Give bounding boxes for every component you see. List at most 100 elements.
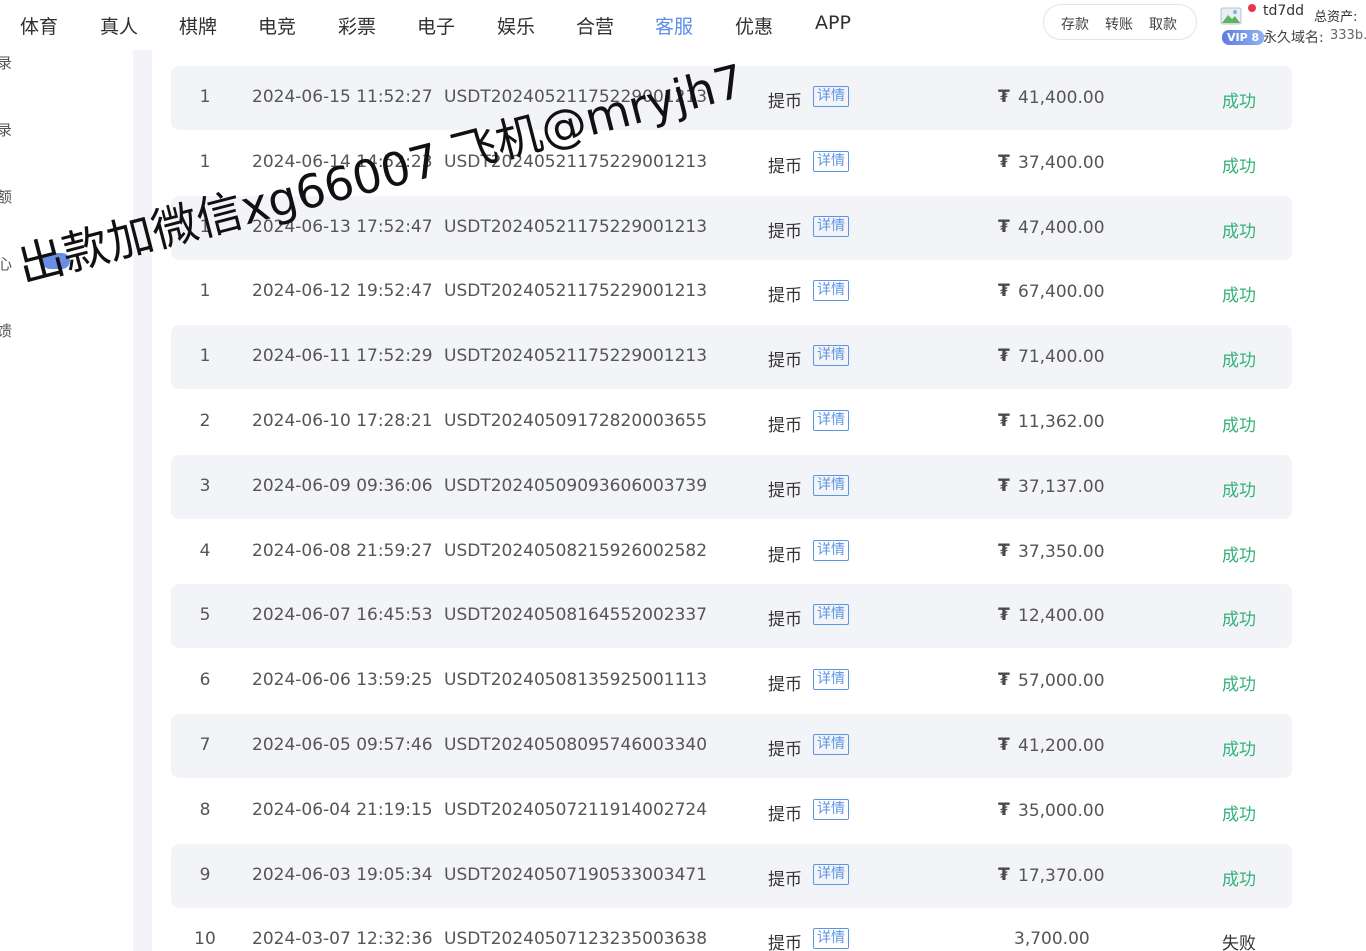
row-amount-value: 17,370.00 [1018,865,1105,886]
table-row: 1 2024-06-12 19:52:47 USDT2024052117522900… [171,260,1292,324]
row-index: 4 [199,540,211,561]
nav-item-esports[interactable]: 电竞 [258,12,296,39]
detail-button[interactable]: 详情 [813,669,849,691]
detail-button[interactable]: 详情 [813,474,849,496]
tether-icon: ₮ [998,411,1010,431]
table-row: 1 2024-06-13 17:52:47 USDT2024052117522900… [171,195,1292,260]
row-index: 10 [194,929,216,950]
detail-button[interactable]: 详情 [813,539,849,561]
row-index: 1 [199,87,211,107]
detail-button[interactable]: 详情 [813,604,849,626]
row-amount-value: 37,350.00 [1018,541,1105,562]
transfer-button[interactable]: 转账 [1105,14,1133,34]
nav-item-cards[interactable]: 棋牌 [179,12,217,39]
sidebar-item-limits[interactable]: 额 [0,186,12,207]
row-amount-value: 3,700.00 [1014,929,1090,950]
row-type: 提币 [768,286,802,307]
sidebar-item-records-1[interactable]: 录 [0,52,12,73]
nav-item-partner[interactable]: 合营 [576,12,614,39]
row-status: 成功 [1222,480,1256,501]
nav-item-slots[interactable]: 电子 [417,12,455,39]
permanent-domain-value: 333b. [1330,28,1366,43]
row-time: 2024-06-03 19:05:34 [252,864,433,885]
row-order-number: USDT20240521175229001213 [444,216,708,237]
row-order-number: USDT20240521175229001213 [444,151,708,172]
row-time: 2024-06-13 17:52:47 [252,216,433,237]
row-amount: ₮ 41,200.00 [998,735,1105,756]
row-index: 9 [199,864,211,885]
row-time: 2024-06-04 21:19:15 [252,799,433,820]
tether-icon: ₮ [998,151,1010,172]
row-type: 提币 [768,416,802,436]
table-row: 3 2024-06-09 09:36:06 USDT2024050909360600… [171,454,1292,519]
withdraw-button[interactable]: 取款 [1149,14,1177,34]
nav-item-promotions[interactable]: 优惠 [735,12,773,39]
sidebar-item-records-2[interactable]: 录 [0,119,12,140]
row-index: 2 [199,411,211,431]
nav-item-sports[interactable]: 体育 [20,12,58,39]
detail-button[interactable]: 详情 [813,215,849,237]
table-row: 9 2024-06-03 19:05:34 USDT2024050719053300… [171,843,1292,908]
row-amount: ₮ 41,400.00 [998,87,1105,108]
row-type: 提币 [768,869,802,890]
total-assets-label: 总资产: [1314,10,1358,25]
table-row: 10 2024-03-07 12:32:36 USDT202405071232350… [171,908,1292,951]
row-type: 提币 [768,221,802,242]
row-status: 成功 [1222,351,1256,372]
sidebar-item-feedback[interactable]: 馈 [0,320,12,341]
tether-icon: ₮ [998,346,1010,367]
tether-icon: ₮ [998,281,1010,302]
row-time: 2024-06-10 17:28:21 [252,411,433,431]
row-time: 2024-06-05 09:57:46 [252,735,433,755]
row-status: 成功 [1222,740,1256,760]
row-amount-value: 41,400.00 [1018,88,1105,108]
row-status: 成功 [1222,416,1256,436]
row-index: 5 [199,605,211,626]
row-order-number: USDT20240521175229001213 [444,281,708,302]
sidebar-item-center[interactable]: 心 [0,253,12,274]
row-amount: ₮ 35,000.00 [998,800,1105,821]
row-type: 提币 [768,804,802,825]
detail-button[interactable]: 详情 [813,928,849,950]
nav-item-live[interactable]: 真人 [100,12,138,39]
detail-button[interactable]: 详情 [813,150,849,172]
row-amount: ₮ 17,370.00 [998,865,1105,886]
nav-item-support[interactable]: 客服 [655,12,693,39]
nav-item-lottery[interactable]: 彩票 [338,12,376,39]
row-amount-value: 71,400.00 [1018,347,1105,368]
row-amount-value: 47,400.00 [1018,217,1105,238]
detail-button[interactable]: 详情 [813,863,849,885]
avatar-image-icon[interactable] [1220,6,1242,26]
table-row: 4 2024-06-08 21:59:27 USDT2024050821592600… [171,520,1292,584]
row-order-number: USDT20240507190533003471 [444,864,708,885]
row-amount: ₮ 37,137.00 [998,476,1105,497]
row-order-number: USDT20240521175229001213 [444,87,708,107]
nav-item-app[interactable]: APP [815,12,851,34]
table-row: 1 2024-06-14 14:52:23 USDT2024052117522900… [171,131,1292,195]
row-type: 提币 [768,480,802,501]
detail-button[interactable]: 详情 [813,280,849,302]
row-status: 成功 [1222,221,1256,242]
detail-button[interactable]: 详情 [813,734,849,755]
row-type: 提币 [768,156,802,177]
deposit-button[interactable]: 存款 [1061,14,1089,34]
row-time: 2024-06-11 17:52:29 [252,346,433,367]
row-amount-value: 11,362.00 [1018,412,1105,432]
detail-button[interactable]: 详情 [813,410,849,431]
tether-icon: ₮ [998,87,1010,107]
row-amount: ₮ 67,400.00 [998,281,1105,302]
detail-button[interactable]: 详情 [813,798,849,820]
row-amount: ₮ 57,000.00 [998,670,1105,691]
tether-icon: ₮ [998,540,1010,561]
detail-button[interactable]: 详情 [813,345,849,367]
row-status: 成功 [1222,675,1256,696]
username[interactable]: td7dd [1263,3,1304,19]
row-time: 2024-06-14 14:52:23 [252,151,433,172]
row-order-number: USDT20240508164552002337 [444,605,708,626]
row-type: 提币 [768,545,802,566]
row-order-number: USDT20240508135925001113 [444,670,708,691]
nav-item-entertainment[interactable]: 娱乐 [497,12,535,39]
row-status: 成功 [1222,92,1256,112]
sidebar: 录 录 额 心 馈 [0,50,133,951]
detail-button[interactable]: 详情 [813,86,849,107]
